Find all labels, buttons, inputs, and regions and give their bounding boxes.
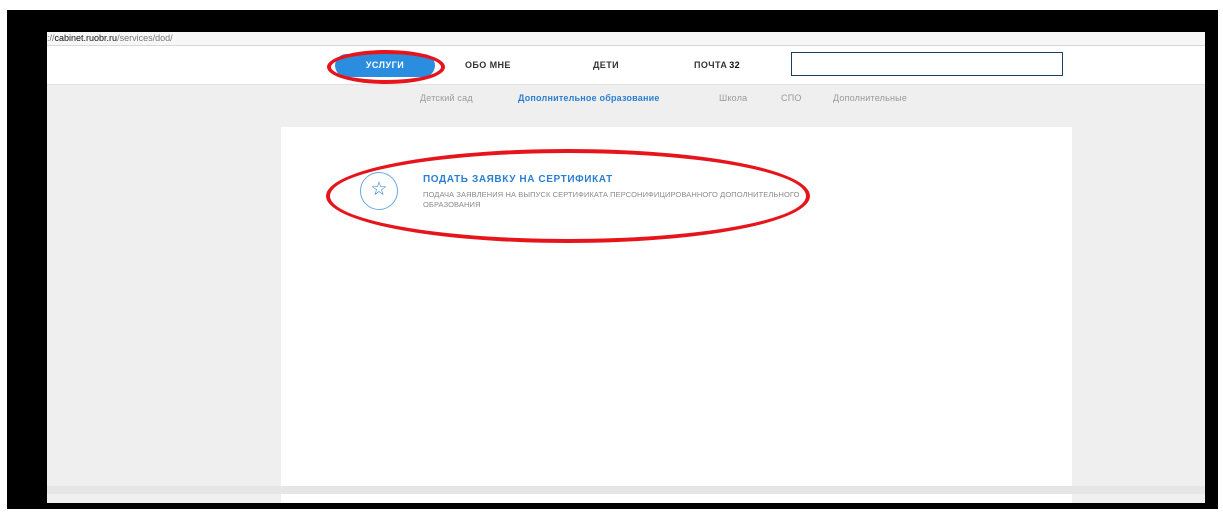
browser-viewport: ://cabinet.ruobr.ru/services/dod/ УСЛУГИ… — [47, 32, 1205, 503]
service-description: ПОДАЧА ЗАЯВЛЕНИЯ НА ВЫПУСК СЕРТИФИКАТА П… — [423, 190, 800, 209]
service-title[interactable]: ПОДАТЬ ЗАЯВКУ НА СЕРТИФИКАТ — [423, 174, 613, 185]
service-certificate-card[interactable]: ☆ ПОДАТЬ ЗАЯВКУ НА СЕРТИФИКАТ ПОДАЧА ЗАЯ… — [360, 171, 800, 217]
tab-spo[interactable]: СПО — [781, 93, 802, 103]
address-bar[interactable]: ://cabinet.ruobr.ru/services/dod/ — [47, 32, 1205, 46]
url-domain: cabinet.ruobr.ru — [54, 33, 118, 43]
star-icon: ☆ — [360, 172, 398, 210]
url-path: /services/dod/ — [117, 33, 173, 43]
nav-mail-label: ПОЧТА — [694, 60, 728, 70]
tab-additional[interactable]: Дополнительные — [833, 93, 907, 103]
screenshot-frame: ://cabinet.ruobr.ru/services/dod/ УСЛУГИ… — [7, 10, 1218, 509]
url-scheme: :// — [47, 33, 55, 43]
tab-school[interactable]: Школа — [719, 93, 747, 103]
tab-kindergarten[interactable]: Детский сад — [420, 93, 473, 103]
search-input[interactable] — [791, 52, 1063, 76]
top-navigation: УСЛУГИ ОБО МНЕ ДЕТИ ПОЧТА 32 — [47, 46, 1205, 85]
category-tabs: Детский сад Дополнительное образование Ш… — [47, 85, 1205, 115]
tab-additional-education[interactable]: Дополнительное образование — [518, 93, 660, 103]
page-footer-strip — [47, 486, 1205, 494]
nav-mail-link[interactable]: ПОЧТА 32 — [694, 54, 740, 77]
mail-count-badge: 32 — [729, 60, 741, 70]
nav-about-link[interactable]: ОБО МНЕ — [465, 54, 511, 77]
nav-children-link[interactable]: ДЕТИ — [593, 54, 619, 77]
nav-services-button[interactable]: УСЛУГИ — [335, 54, 435, 77]
services-panel: ☆ ПОДАТЬ ЗАЯВКУ НА СЕРТИФИКАТ ПОДАЧА ЗАЯ… — [281, 127, 1072, 503]
